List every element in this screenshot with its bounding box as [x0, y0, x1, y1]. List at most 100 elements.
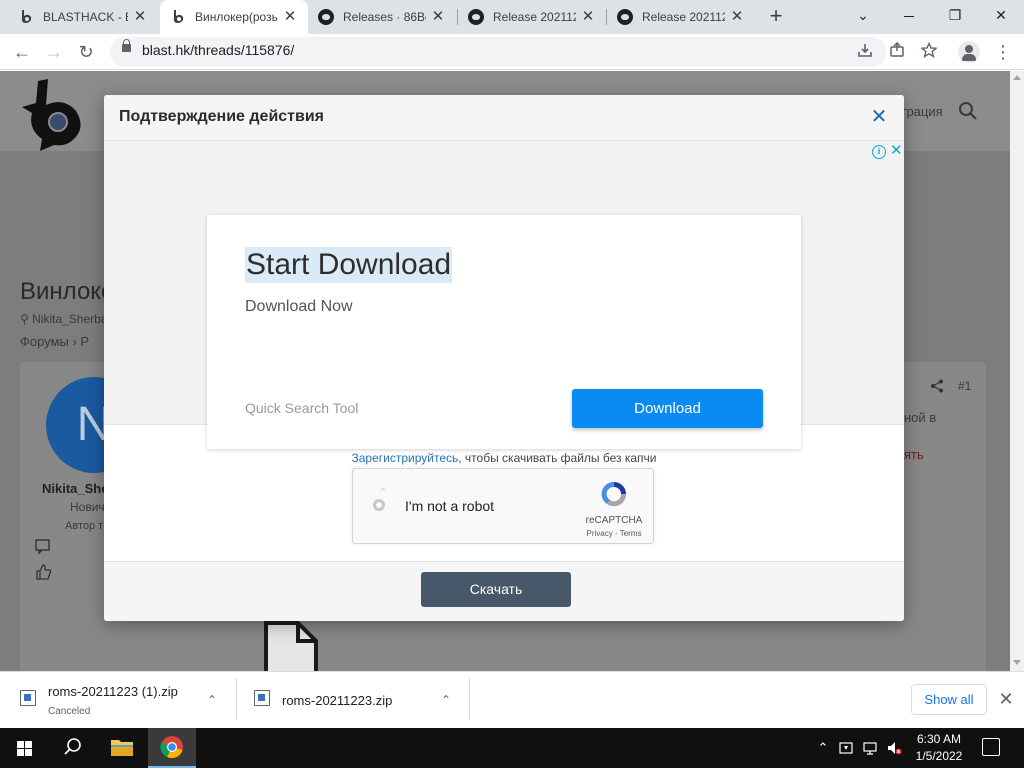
- notifications-icon[interactable]: [982, 738, 1000, 756]
- tray-network-icon[interactable]: [862, 740, 878, 756]
- ad-subtitle[interactable]: Download Now: [245, 298, 353, 316]
- tab-close-icon[interactable]: ✕: [729, 9, 745, 25]
- file-explorer-icon[interactable]: [98, 728, 146, 768]
- page-scrollbar[interactable]: [1010, 71, 1024, 671]
- dialog-footer: Скачать: [104, 561, 904, 621]
- github-icon: [468, 9, 484, 25]
- tab-label: BLASTHACK - Ex: [43, 10, 128, 24]
- tab-release-1[interactable]: Release 202112 ✕: [458, 0, 606, 34]
- ad-download-button[interactable]: Download: [572, 389, 763, 428]
- tab-close-icon[interactable]: ✕: [430, 9, 446, 25]
- tab-strip: BLASTHACK - Ex ✕ Винлокер(розы ✕ Release…: [0, 0, 1024, 34]
- new-tab-button[interactable]: +: [762, 5, 790, 29]
- close-shelf-icon[interactable]: ✕: [997, 688, 1015, 710]
- post-snippet: ной в: [904, 410, 937, 425]
- tab-search-chevron-icon[interactable]: ⌄: [840, 0, 886, 30]
- tab-close-icon[interactable]: ✕: [580, 9, 596, 25]
- tab-close-icon[interactable]: ✕: [282, 9, 298, 25]
- post-number[interactable]: #1: [958, 379, 971, 393]
- tray-security-icon[interactable]: [838, 740, 854, 756]
- chrome-taskbar-icon[interactable]: [148, 728, 196, 768]
- forward-button[interactable]: →: [40, 38, 68, 66]
- share-post-icon[interactable]: [930, 379, 944, 393]
- messages-icon: [35, 539, 53, 555]
- install-app-icon[interactable]: [856, 42, 874, 60]
- download-shelf: roms-20211223 (1).zip Canceled ⌃ roms-20…: [0, 671, 1024, 728]
- blasthack-favicon-icon: [18, 9, 34, 25]
- lock-icon[interactable]: [122, 39, 131, 52]
- file-icon: [260, 621, 320, 671]
- ad-close-icon[interactable]: ✕: [890, 143, 904, 159]
- recaptcha-widget: I'm not a robot reCAPTCHA Privacy - Term…: [352, 468, 654, 544]
- github-icon: [318, 9, 334, 25]
- post-username[interactable]: Nikita_She: [42, 481, 108, 496]
- register-prompt: Зарегистрируйтесь, чтобы скачивать файлы…: [104, 451, 904, 465]
- author-badge: Автор т: [65, 520, 104, 532]
- taskbar-clock[interactable]: 6:30 AM 1/5/2022: [904, 731, 974, 765]
- dialog-header: Подтверждение действия ✕: [104, 95, 904, 141]
- download-item-name[interactable]: roms-20211223 (1).zip: [48, 684, 178, 699]
- show-all-button[interactable]: Show all: [911, 684, 987, 715]
- tab-label: Винлокер(розы: [195, 10, 278, 24]
- tab-label: Releases · 86Bo: [343, 10, 426, 24]
- breadcrumb[interactable]: Форумы › Р: [20, 334, 89, 349]
- zip-file-icon: [254, 690, 270, 706]
- tab-releases-86box[interactable]: Releases · 86Bo ✕: [308, 0, 456, 34]
- ad-info-icon[interactable]: i: [872, 145, 886, 159]
- minimize-button[interactable]: [886, 0, 932, 30]
- restore-button[interactable]: ❐: [932, 0, 978, 30]
- download-item-name[interactable]: roms-20211223.zip: [282, 693, 392, 708]
- ad-zone: i ✕ Start Download Download Now Quick Se…: [104, 141, 904, 449]
- back-button[interactable]: ←: [8, 38, 36, 66]
- captcha-checkbox[interactable]: [373, 499, 385, 511]
- scroll-up-icon[interactable]: [1013, 75, 1021, 80]
- user-icon: ⚲: [20, 312, 33, 326]
- user-rank: Нович: [70, 500, 105, 514]
- download-button[interactable]: Скачать: [421, 572, 571, 607]
- url-text[interactable]: blast.hk/threads/115876/: [142, 42, 294, 58]
- bookmark-star-icon[interactable]: [920, 41, 938, 60]
- tab-vinloker[interactable]: Винлокер(розы ✕: [160, 0, 308, 34]
- tab-release-2[interactable]: Release 202112 ✕: [607, 0, 755, 34]
- post-link[interactable]: ять: [904, 447, 924, 462]
- dialog-close-icon[interactable]: ✕: [869, 106, 889, 128]
- ad-card[interactable]: Start Download Download Now Quick Search…: [207, 215, 801, 449]
- register-link[interactable]: Зарегистрируйтесь: [352, 451, 459, 465]
- shelf-separator: [469, 678, 470, 720]
- chevron-up-icon[interactable]: ⌃: [204, 692, 220, 708]
- tab-close-icon[interactable]: ✕: [132, 9, 148, 25]
- captcha-label[interactable]: I'm not a robot: [405, 498, 494, 514]
- close-window-button[interactable]: ✕: [978, 0, 1024, 30]
- dialog-title: Подтверждение действия: [119, 108, 325, 125]
- zip-file-icon: [20, 690, 36, 706]
- chevron-up-icon[interactable]: ⌃: [438, 692, 454, 708]
- start-button[interactable]: [0, 728, 48, 768]
- windows-taskbar: ⌃ 6:30 AM 1/5/2022: [0, 728, 1024, 768]
- author-name[interactable]: Nikita_Sherba: [32, 312, 107, 326]
- blasthack-favicon-icon: [170, 9, 186, 25]
- ad-brand[interactable]: Quick Search Tool: [245, 400, 358, 416]
- search-icon[interactable]: [958, 101, 978, 121]
- scroll-down-icon[interactable]: [1013, 660, 1021, 665]
- tray-chevron-up-icon[interactable]: ⌃: [815, 740, 831, 756]
- site-logo[interactable]: [20, 77, 90, 151]
- windows-logo-icon: [17, 741, 24, 748]
- browser-menu-icon[interactable]: ⋮: [994, 40, 1012, 64]
- recaptcha-brand: reCAPTCHA: [585, 515, 643, 526]
- share-icon[interactable]: [888, 41, 906, 60]
- tray-volume-muted-icon[interactable]: [886, 740, 902, 756]
- tab-label: Release 202112: [493, 10, 576, 24]
- clock-date: 1/5/2022: [915, 749, 963, 763]
- ad-title[interactable]: Start Download: [245, 247, 453, 283]
- browser-toolbar: ← → ↻ blast.hk/threads/115876/ ⋮: [0, 34, 1024, 70]
- clock-time: 6:30 AM: [916, 732, 962, 746]
- register-prompt-text: , чтобы скачивать файлы без капчи: [458, 451, 657, 465]
- recaptcha-logo-icon: [599, 479, 629, 509]
- recaptcha-terms-link[interactable]: Privacy - Terms: [573, 529, 655, 538]
- reload-button[interactable]: ↻: [72, 38, 100, 66]
- tab-blasthack[interactable]: BLASTHACK - Ex ✕: [8, 0, 158, 34]
- github-icon: [617, 9, 633, 25]
- taskbar-search-icon[interactable]: [48, 728, 96, 768]
- profile-avatar-icon[interactable]: [958, 41, 980, 63]
- thumbs-up-icon: [35, 564, 53, 580]
